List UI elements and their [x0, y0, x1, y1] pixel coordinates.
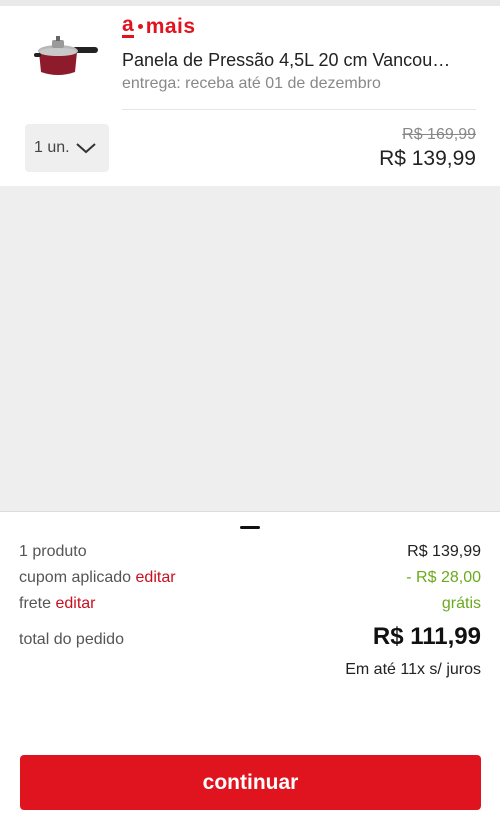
shipping-value: grátis: [441, 595, 481, 612]
edit-coupon-link[interactable]: editar: [136, 569, 176, 586]
shipping-label: frete: [19, 595, 52, 612]
current-price: R$ 139,99: [379, 147, 476, 170]
store-logo-dot: [137, 23, 143, 29]
order-summary-sheet: 1 produto R$ 139,99 cupom aplicado edita…: [0, 511, 500, 828]
delivery-estimate: entrega: receba até 01 de dezembro: [122, 75, 381, 92]
quantity-select[interactable]: 1 un.: [25, 124, 109, 172]
coupon-label: cupom aplicado: [19, 569, 132, 586]
original-price: R$ 169,99: [402, 126, 476, 143]
shipping-label-group: frete editar: [19, 595, 96, 613]
product-title[interactable]: Panela de Pressão 4,5L 20 cm Vancouver T…: [122, 50, 452, 71]
coupon-label-group: cupom aplicado editar: [19, 569, 176, 587]
store-logo[interactable]: a mais: [122, 14, 196, 38]
pressure-cooker-icon: [34, 36, 98, 75]
store-logo-text: mais: [145, 14, 196, 38]
continue-button[interactable]: continuar: [20, 755, 481, 810]
divider: [122, 109, 476, 110]
summary-row-coupon: cupom aplicado editar - R$ 28,00: [19, 569, 481, 587]
coupon-discount-value: - R$ 28,00: [406, 569, 481, 586]
edit-shipping-link[interactable]: editar: [55, 595, 95, 612]
sheet-drag-handle[interactable]: [240, 526, 260, 529]
store-logo-mark: a: [122, 13, 134, 38]
chevron-down-icon: [75, 141, 97, 160]
pressure-cooker-thumbnail[interactable]: [34, 34, 100, 84]
quantity-value: 1 un.: [34, 139, 70, 156]
summary-row-shipping: frete editar grátis: [19, 595, 481, 613]
products-label: 1 produto: [19, 543, 87, 560]
products-value: R$ 139,99: [407, 543, 481, 560]
cart-item-card: a mais Panela de Pressão 4,5L 20 cm Vanc…: [0, 6, 500, 186]
total-value: R$ 111,99: [372, 623, 481, 650]
summary-row-products: 1 produto R$ 139,99: [19, 543, 481, 561]
total-label: total do pedido: [19, 631, 124, 648]
summary-row-total: total do pedido R$ 111,99: [19, 623, 481, 651]
installments-info: Em até 11x s/ juros: [345, 661, 481, 678]
